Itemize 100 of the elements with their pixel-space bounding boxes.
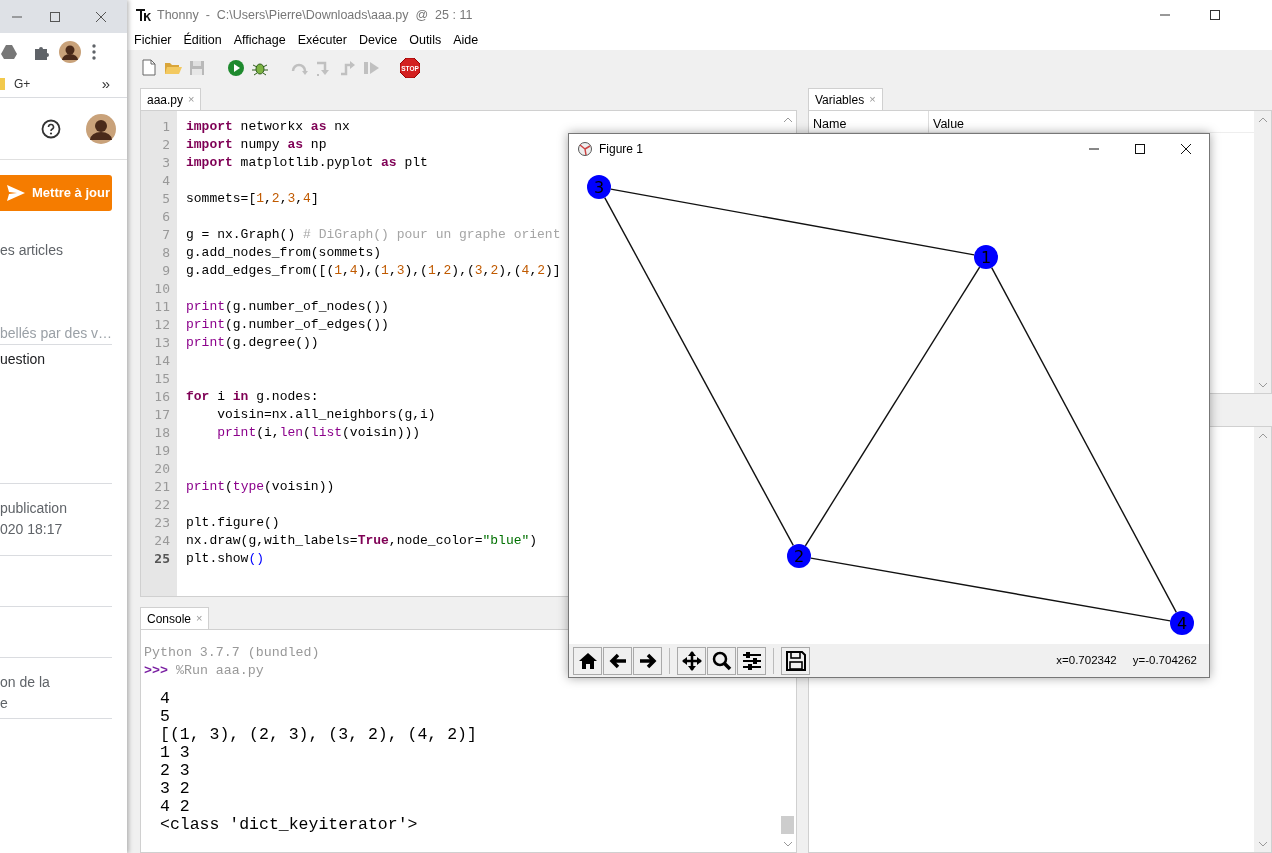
figure-app-icon [577,141,593,157]
page-text: publication [0,499,68,518]
code-line: voisin=nx.all_neighbors(g,i) [217,406,436,424]
scrollbar-thumb[interactable] [781,816,794,834]
console-output: 4 2 [159,798,190,816]
scroll-up-icon[interactable] [782,116,793,124]
maximize-icon[interactable] [1209,9,1221,21]
line-number: 12 [153,316,171,334]
line-number: 1 [161,118,171,136]
console-tab[interactable]: Console × [140,607,210,629]
line-number: 4 [161,172,171,190]
more-options-icon[interactable] [92,44,96,60]
scrollbar[interactable] [1254,111,1271,393]
resume-icon [361,59,380,77]
scrollbar[interactable] [1254,427,1271,852]
home-icon [577,650,598,671]
line-number: 17 [153,406,171,424]
menu-item[interactable]: Device [359,30,404,50]
menu-item[interactable]: Affichage [233,30,292,50]
cursor-coordinates: x=0.702342 [1056,652,1117,668]
console-output: [(1, 3), (2, 3), (3, 2), (4, 2)] [159,726,477,744]
scroll-up-icon [1257,432,1268,440]
menu-item[interactable]: Aide [453,30,485,50]
zoom-button[interactable] [707,646,736,675]
line-number: 20 [153,460,171,478]
scroll-down-icon[interactable] [782,840,793,848]
line-number: 18 [153,424,171,442]
line-number: 11 [153,298,171,316]
line-number: 3 [161,154,171,172]
send-icon [7,185,25,201]
run-icon [226,59,245,77]
console-output: 1 3 [159,744,190,762]
scroll-down-icon [1257,381,1268,389]
code-line: plt.show() [186,550,265,568]
line-number: 22 [153,496,171,514]
home-button[interactable] [573,646,602,675]
console-output: 4 [159,690,170,708]
variables-tab[interactable]: Variables × [808,88,883,110]
graph-node: 3 [587,175,611,199]
code-line: print(type(voisin)) [186,478,335,496]
page-text: 020 18:17 [0,520,64,539]
forward-button[interactable] [633,646,662,675]
line-number: 14 [153,352,171,370]
new-icon [139,59,158,77]
code-line: print(g.degree()) [186,334,319,352]
back-button[interactable] [603,646,632,675]
move-icon [681,650,702,671]
menu-item[interactable]: Édition [183,30,228,50]
page-text: bellés par des v… [0,324,114,343]
page-text: e [0,694,9,713]
avatar-icon[interactable] [59,41,81,63]
drive-icon[interactable] [1,45,17,59]
window-title: Thonny - C:\Users\Pierre\Downloads\aaa.py @ 25 : 11 [157,6,473,24]
column-header[interactable]: Value [929,111,965,134]
line-number: 16 [153,388,171,406]
scroll-up-icon [1257,116,1268,124]
line-number: 19 [153,442,171,460]
menu-item[interactable]: Exécuter [297,30,353,50]
line-number: 2 [161,136,171,154]
code-line: g.add_nodes_from(sommets) [186,244,382,262]
line-number: 21 [153,478,171,496]
code-line: for i in g.nodes: [186,388,319,406]
run-button[interactable] [225,57,246,79]
code-line: import numpy as np [186,136,327,154]
line-number: 13 [153,334,171,352]
page-text: uestion [0,350,47,369]
code-line: import matplotlib.pyplot as plt [186,154,428,172]
console-command: %Run aaa.py [175,663,264,678]
app-logo-icon [135,7,151,23]
bookmark-link[interactable]: G+ [14,75,31,93]
scroll-down-icon [1257,840,1268,848]
save-button[interactable] [781,646,810,675]
console-output: 5 [159,708,170,726]
sliders-icon [741,650,762,671]
code-line: sommets=[1,2,3,4] [186,190,319,208]
page-text: on de la [0,673,51,692]
maximize-icon[interactable] [1134,143,1146,155]
pan-button[interactable] [677,646,706,675]
python-version-text: Python 3.7.7 (bundled) [144,644,320,662]
graph-node: 1 [974,245,998,269]
code-line: print(g.number_of_edges()) [186,316,389,334]
menu-item[interactable]: Fichier [134,30,178,50]
puzzle-icon[interactable] [33,44,49,60]
code-line: print(i,len(list(voisin))) [217,424,421,442]
console-output: 3 2 [159,780,190,798]
editor-tab[interactable]: aaa.py × [140,88,202,110]
graph-node: 4 [1170,611,1194,635]
graph-node: 2 [787,544,811,568]
help-icon[interactable] [41,118,61,139]
close-icon[interactable] [1180,143,1192,155]
bookmarks-overflow-button[interactable]: » [101,72,110,96]
menu-item[interactable]: Outils [409,30,448,50]
configure-button[interactable] [737,646,766,675]
avatar-icon[interactable] [86,113,116,144]
line-number: 15 [153,370,171,388]
line-number: 6 [161,208,171,226]
code-line: g = nx.Graph() # DiGraph() pour un graphe orient [186,226,561,244]
console-output: <class 'dict_keyiterator'> [159,816,418,834]
line-number: 25 [153,550,171,568]
code-line: g.add_edges_from([(1,4),(1,3),(1,2),(3,2),(4,2)] [186,262,561,280]
